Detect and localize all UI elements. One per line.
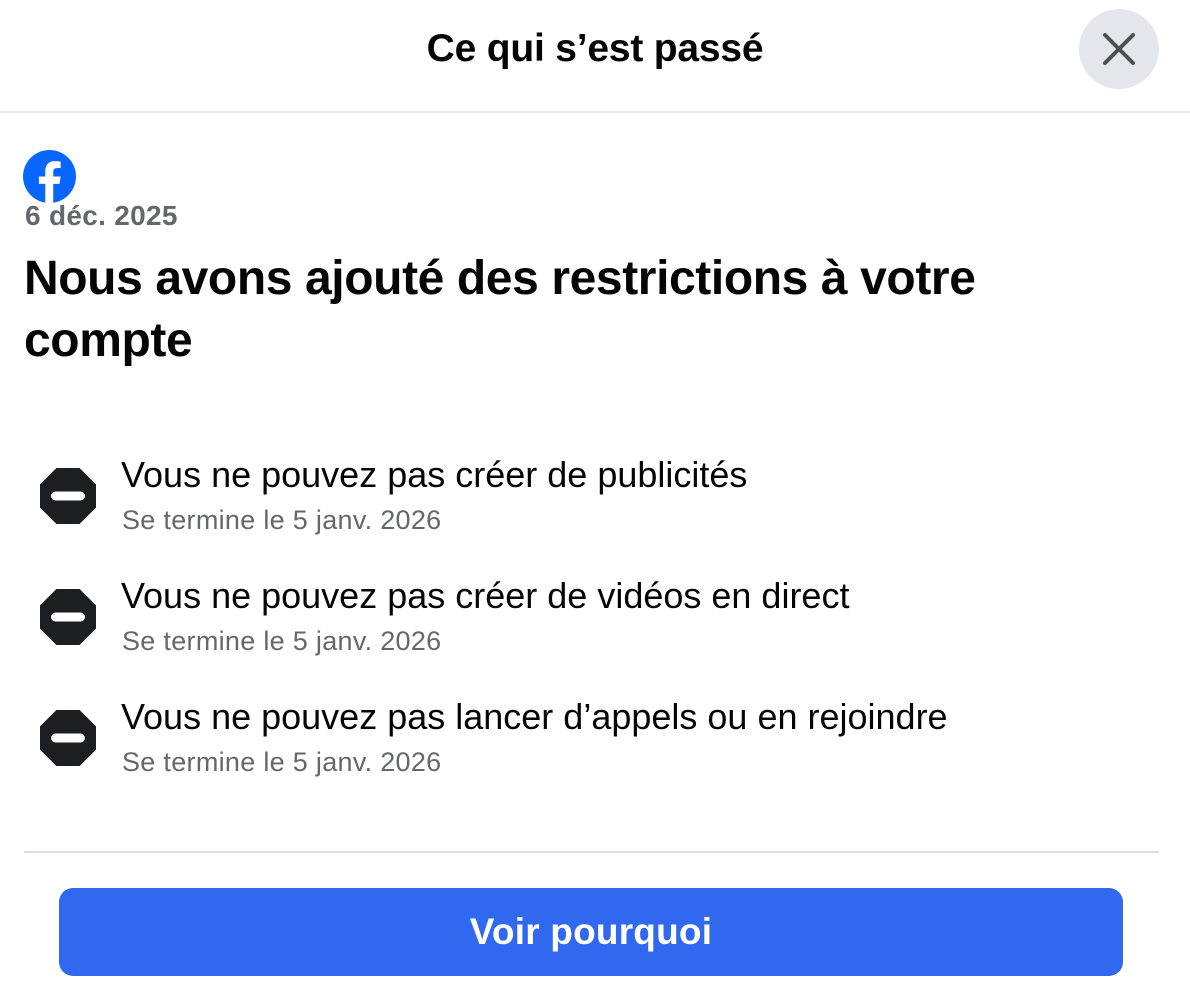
stop-sign-icon bbox=[40, 710, 96, 766]
restriction-end-date: Se termine le 5 janv. 2026 bbox=[122, 505, 442, 535]
notice-date: 6 déc. 2025 bbox=[25, 200, 178, 231]
see-why-button[interactable]: Voir pourquoi bbox=[59, 888, 1123, 976]
close-button[interactable] bbox=[1079, 9, 1159, 89]
list-item: Vous ne pouvez pas créer de vidéos en di… bbox=[0, 569, 1190, 669]
close-icon bbox=[1103, 33, 1135, 65]
restriction-end-date: Se termine le 5 janv. 2026 bbox=[122, 626, 442, 656]
list-item: Vous ne pouvez pas lancer d’appels ou en… bbox=[0, 690, 1190, 790]
stop-sign-icon bbox=[40, 468, 96, 524]
dialog-title: Ce qui s’est passé bbox=[426, 27, 764, 70]
stop-sign-icon bbox=[40, 589, 96, 645]
restriction-title: Vous ne pouvez pas créer de vidéos en di… bbox=[121, 575, 850, 616]
notice-headline: Nous avons ajouté des restrictions à vot… bbox=[24, 252, 976, 367]
restriction-end-date: Se termine le 5 janv. 2026 bbox=[122, 747, 442, 777]
restriction-dialog: Ce qui s’est passé 6 déc. 2025 Nous avon… bbox=[0, 0, 1190, 1006]
restriction-title: Vous ne pouvez pas lancer d’appels ou en… bbox=[121, 696, 948, 737]
facebook-logo-icon bbox=[23, 150, 76, 203]
restriction-title: Vous ne pouvez pas créer de publicités bbox=[121, 454, 748, 495]
footer-divider bbox=[24, 851, 1159, 853]
dialog-header: Ce qui s’est passé bbox=[0, 0, 1190, 113]
list-item: Vous ne pouvez pas créer de publicités S… bbox=[0, 448, 1190, 548]
